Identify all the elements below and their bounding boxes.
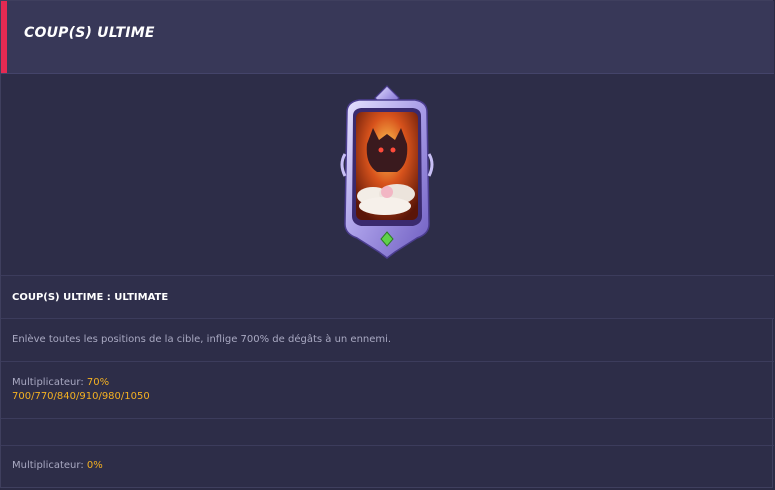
multiplier-label: Multiplicateur: bbox=[12, 460, 87, 471]
multiplier-row-2: Multiplicateur: 0% bbox=[1, 445, 774, 489]
header-accent-bar bbox=[1, 1, 7, 73]
card-area bbox=[1, 74, 774, 275]
multiplier-row-1: Multiplicateur: 70% 700/770/840/910/980/… bbox=[1, 361, 774, 418]
multiplier-line: Multiplicateur: 0% bbox=[12, 460, 103, 471]
empty-row bbox=[1, 418, 774, 445]
skill-card-icon bbox=[340, 85, 434, 259]
multiplier-label: Multiplicateur: bbox=[12, 377, 87, 388]
multiplier-value: 70% bbox=[86, 377, 110, 388]
panel-title: COUP(S) ULTIME bbox=[24, 25, 155, 41]
multiplier-line: Multiplicateur: 70% bbox=[12, 377, 109, 388]
skill-name: COUP(S) ULTIME : ULTIMATE bbox=[12, 292, 169, 303]
multiplier-value: 0% bbox=[86, 460, 103, 471]
panel-header: COUP(S) ULTIME bbox=[1, 1, 774, 74]
skill-panel: COUP(S) ULTIME COUP(S) ULTIME: ULTIMATE… bbox=[0, 0, 774, 489]
description-row: Enlève toutes les positions de la cible,… bbox=[1, 318, 774, 361]
multiplier-scaling: 700/770/840/910/980/1050 bbox=[12, 391, 150, 402]
skill-description: Enlève toutes les positions de la cible,… bbox=[12, 334, 392, 345]
skill-name-row: COUP(S) ULTIME : ULTIMATE bbox=[1, 275, 774, 318]
